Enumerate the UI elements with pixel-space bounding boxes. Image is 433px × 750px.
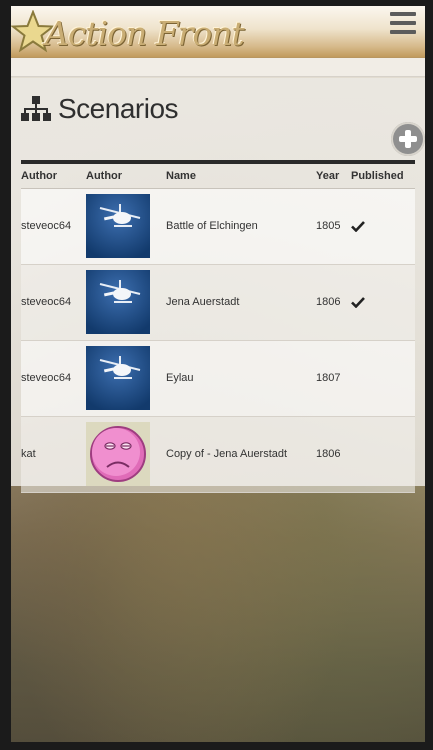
helicopter-avatar [86, 270, 150, 334]
table-row[interactable]: kat Copy of - Jena Auerstadt 1806 [21, 416, 415, 493]
author-link[interactable]: steveoc64 [21, 220, 71, 232]
author-link[interactable]: steveoc64 [21, 372, 71, 384]
cell-avatar [86, 264, 166, 341]
helicopter-avatar [86, 346, 150, 410]
table-row[interactable]: steveoc64 Jena Auerstadt 1806 [21, 264, 415, 341]
cell-name: Battle of Elchingen [166, 188, 316, 265]
table-header-row: Author Author Name Year Published [21, 164, 415, 189]
scenario-name-link[interactable]: Jena Auerstadt [166, 296, 239, 308]
cell-avatar [86, 188, 166, 265]
cell-year: 1807 [316, 340, 351, 417]
check-icon [351, 297, 365, 308]
cell-name: Copy of - Jena Auerstadt [166, 416, 316, 493]
sub-navbar [11, 58, 425, 77]
cell-published [351, 188, 415, 265]
scenario-name-link[interactable]: Copy of - Jena Auerstadt [166, 448, 287, 460]
sitemap-icon [21, 96, 51, 121]
cell-author: kat [21, 416, 86, 493]
header-author-avatar[interactable]: Author [86, 164, 166, 189]
top-navbar: Action Front [11, 6, 425, 58]
hamburger-menu-icon[interactable] [390, 12, 416, 36]
logo-text: Action Front [45, 14, 245, 53]
cell-published [351, 416, 415, 493]
logo[interactable]: Action Front [11, 10, 245, 54]
helicopter-avatar [86, 194, 150, 258]
page-title: Scenarios [58, 93, 179, 124]
sad-face-avatar [86, 422, 150, 486]
author-link[interactable]: steveoc64 [21, 296, 71, 308]
cell-avatar [86, 340, 166, 417]
cell-published [351, 340, 415, 417]
scenario-name-link[interactable]: Battle of Elchingen [166, 220, 258, 232]
cell-published [351, 264, 415, 341]
app-frame: Action Front Scenarios Author Author Nam… [11, 6, 425, 742]
author-link[interactable]: kat [21, 448, 36, 460]
cell-author: steveoc64 [21, 188, 86, 265]
scenario-name-link[interactable]: Eylau [166, 372, 194, 384]
add-scenario-button[interactable] [391, 122, 425, 156]
cell-avatar [86, 416, 166, 493]
cell-year: 1806 [316, 416, 351, 493]
check-icon [351, 221, 365, 232]
header-year[interactable]: Year [316, 164, 351, 189]
main-content: Scenarios Author Author Name Year Publis… [11, 78, 425, 493]
cell-name: Jena Auerstadt [166, 264, 316, 341]
scenarios-table: Author Author Name Year Published steveo… [21, 164, 415, 493]
header-name[interactable]: Name [166, 164, 316, 189]
cell-year: 1805 [316, 188, 351, 265]
cell-name: Eylau [166, 340, 316, 417]
cell-author: steveoc64 [21, 264, 86, 341]
page-heading: Scenarios [21, 92, 179, 126]
cell-author: steveoc64 [21, 340, 86, 417]
header-published[interactable]: Published [351, 164, 415, 189]
table-row[interactable]: steveoc64 Eylau 1807 [21, 340, 415, 417]
cell-year: 1806 [316, 264, 351, 341]
header-author[interactable]: Author [21, 164, 86, 189]
table-row[interactable]: steveoc64 Battle of Elchingen 1805 [21, 188, 415, 265]
